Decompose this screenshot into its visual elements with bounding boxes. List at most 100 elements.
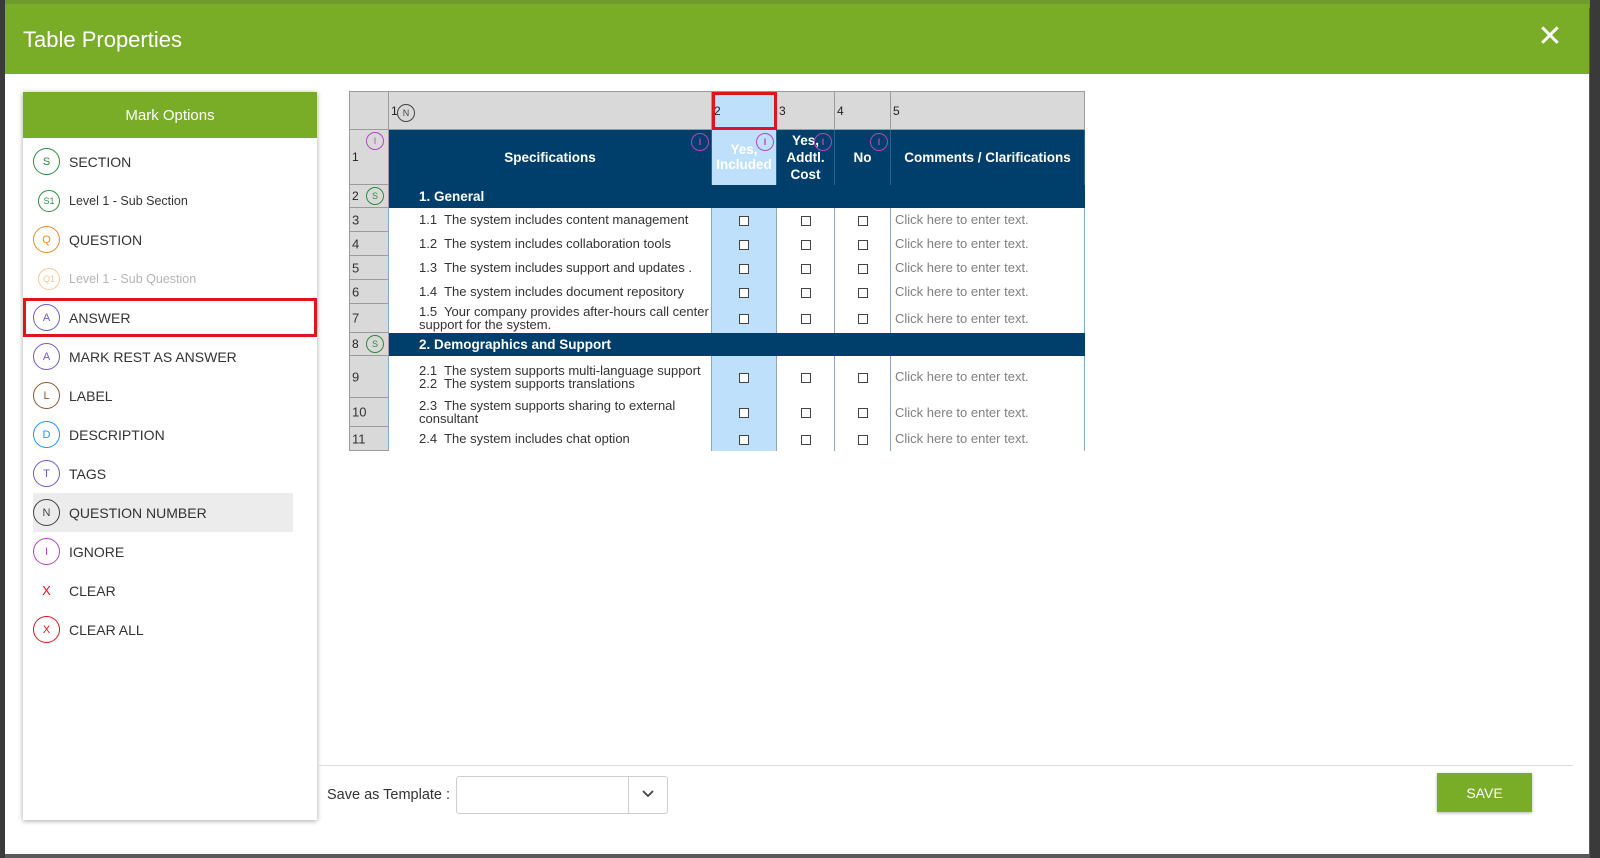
header-no[interactable]: No I	[834, 129, 891, 185]
checkbox[interactable]	[739, 263, 749, 274]
row-number[interactable]: 10	[349, 397, 389, 427]
comment-cell[interactable]: Click here to enter text.	[890, 231, 1085, 256]
spec-cell[interactable]: 2.4 The system includes chat option	[388, 426, 712, 451]
yes-included-cell[interactable]	[711, 397, 777, 427]
spec-cell[interactable]: 1.1 The system includes content manageme…	[388, 207, 712, 232]
header-specifications[interactable]: Specifications I	[388, 129, 712, 185]
row-number[interactable]: 7	[349, 303, 389, 333]
spec-cell[interactable]: 1.2 The system includes collaboration to…	[388, 231, 712, 256]
spec-cell[interactable]: 1.3 The system includes support and upda…	[388, 255, 712, 280]
mark-option-clear-all[interactable]: X CLEAR ALL	[23, 610, 317, 649]
mark-option-clear[interactable]: X CLEAR	[23, 571, 317, 610]
checkbox[interactable]	[857, 408, 868, 419]
mark-option-sub-question[interactable]: Q1 Level 1 - Sub Question	[23, 259, 317, 298]
checkbox[interactable]	[857, 287, 868, 298]
checkbox[interactable]	[739, 408, 749, 419]
row-number[interactable]: 11	[349, 426, 389, 451]
comment-cell[interactable]: Click here to enter text.	[890, 426, 1085, 451]
checkbox[interactable]	[800, 408, 811, 419]
comment-cell[interactable]: Click here to enter text.	[890, 255, 1085, 280]
addtl-cost-cell[interactable]	[776, 355, 835, 398]
checkbox[interactable]	[739, 314, 749, 325]
checkbox[interactable]	[739, 434, 749, 445]
no-cell[interactable]	[834, 231, 891, 256]
yes-included-cell[interactable]	[711, 231, 777, 256]
checkbox[interactable]	[739, 215, 749, 226]
column-header-1[interactable]: 1 N	[388, 91, 712, 130]
mark-option-ignore[interactable]: I IGNORE	[23, 532, 317, 571]
comment-cell[interactable]: Click here to enter text.	[890, 279, 1085, 304]
row-number[interactable]: 1 I	[349, 129, 389, 185]
spec-cell[interactable]: 1.5 Your company provides after-hours ca…	[388, 303, 712, 333]
addtl-cost-cell[interactable]	[776, 397, 835, 427]
checkbox[interactable]	[800, 215, 811, 226]
column-header-2[interactable]: 2	[711, 91, 777, 130]
chevron-down-icon[interactable]	[641, 786, 655, 800]
addtl-cost-cell[interactable]	[776, 279, 835, 304]
row-number[interactable]: 9	[349, 355, 389, 398]
checkbox[interactable]	[739, 372, 749, 383]
checkbox[interactable]	[739, 239, 749, 250]
checkbox[interactable]	[800, 287, 811, 298]
checkbox[interactable]	[800, 314, 811, 325]
checkbox[interactable]	[800, 263, 811, 274]
yes-included-cell[interactable]	[711, 303, 777, 333]
header-yes-included[interactable]: Yes, Included I	[711, 129, 777, 185]
save-as-template-select[interactable]	[456, 776, 668, 814]
checkbox[interactable]	[800, 239, 811, 250]
spec-cell[interactable]: 1.4 The system includes document reposit…	[388, 279, 712, 304]
row-number[interactable]: 4	[349, 231, 389, 256]
checkbox[interactable]	[857, 215, 868, 226]
comment-cell[interactable]: Click here to enter text.	[890, 355, 1085, 398]
mark-option-label-item[interactable]: L LABEL	[23, 376, 317, 415]
addtl-cost-cell[interactable]	[776, 207, 835, 232]
header-yes-addtl-cost[interactable]: Yes, Addtl. Cost I	[776, 129, 835, 185]
yes-included-cell[interactable]	[711, 355, 777, 398]
row-number[interactable]: 6	[349, 279, 389, 304]
row-number[interactable]: 8 S	[349, 332, 389, 356]
no-cell[interactable]	[834, 426, 891, 451]
mark-option-sub-section[interactable]: S1 Level 1 - Sub Section	[23, 181, 317, 220]
row-number[interactable]: 5	[349, 255, 389, 280]
mark-option-mark-rest-as-answer[interactable]: A MARK REST AS ANSWER	[23, 337, 317, 376]
row-number[interactable]: 3	[349, 207, 389, 232]
mark-option-tags[interactable]: T TAGS	[23, 454, 317, 493]
spec-cell[interactable]: 2.3 The system supports sharing to exter…	[388, 397, 712, 427]
header-comments[interactable]: Comments / Clarifications	[890, 129, 1085, 185]
no-cell[interactable]	[834, 207, 891, 232]
close-icon[interactable]: ✕	[1535, 22, 1565, 52]
checkbox[interactable]	[857, 372, 868, 383]
mark-option-question[interactable]: Q QUESTION	[23, 220, 317, 259]
checkbox[interactable]	[800, 372, 811, 383]
no-cell[interactable]	[834, 303, 891, 333]
section-title[interactable]: 2. Demographics and Support	[388, 332, 1085, 356]
addtl-cost-cell[interactable]	[776, 255, 835, 280]
no-cell[interactable]	[834, 279, 891, 304]
mark-option-description[interactable]: D DESCRIPTION	[23, 415, 317, 454]
section-title[interactable]: 1. General	[388, 184, 1085, 208]
spec-cell[interactable]: 2.1 The system supports multi-language s…	[388, 355, 712, 398]
comment-cell[interactable]: Click here to enter text.	[890, 207, 1085, 232]
checkbox[interactable]	[800, 434, 811, 445]
addtl-cost-cell[interactable]	[776, 426, 835, 451]
addtl-cost-cell[interactable]	[776, 303, 835, 333]
checkbox[interactable]	[857, 434, 868, 445]
no-cell[interactable]	[834, 355, 891, 398]
yes-included-cell[interactable]	[711, 207, 777, 232]
checkbox[interactable]	[857, 239, 868, 250]
checkbox[interactable]	[739, 287, 749, 298]
yes-included-cell[interactable]	[711, 426, 777, 451]
checkbox[interactable]	[857, 263, 868, 274]
yes-included-cell[interactable]	[711, 279, 777, 304]
column-header-5[interactable]: 5	[890, 91, 1085, 130]
column-header-3[interactable]: 3	[776, 91, 835, 130]
mark-option-section[interactable]: S SECTION	[23, 142, 317, 181]
comment-cell[interactable]: Click here to enter text.	[890, 397, 1085, 427]
yes-included-cell[interactable]	[711, 255, 777, 280]
checkbox[interactable]	[857, 314, 868, 325]
row-number[interactable]: 2 S	[349, 184, 389, 208]
mark-option-question-number[interactable]: N QUESTION NUMBER	[33, 493, 293, 532]
addtl-cost-cell[interactable]	[776, 231, 835, 256]
no-cell[interactable]	[834, 397, 891, 427]
save-button[interactable]: SAVE	[1437, 773, 1532, 812]
